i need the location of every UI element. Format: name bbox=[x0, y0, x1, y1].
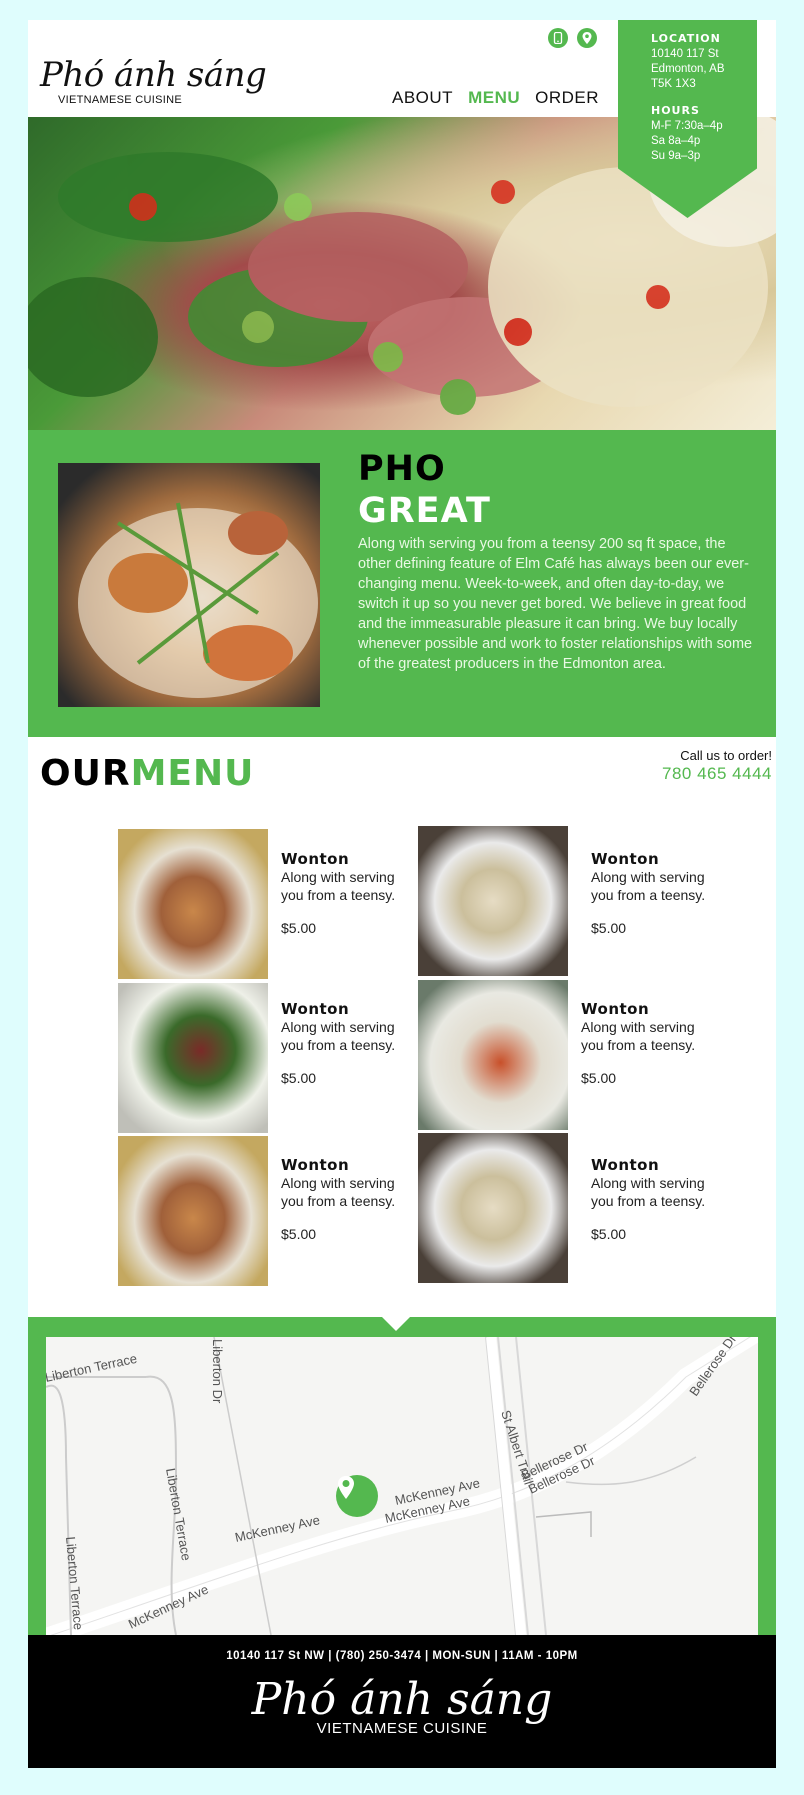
intro-section: PHO GREAT Along with serving you from a … bbox=[28, 430, 776, 737]
menu-item-name: Wonton bbox=[591, 850, 660, 868]
menu-item-photo bbox=[418, 1133, 568, 1283]
header-icons bbox=[548, 28, 597, 48]
menu-item-photo bbox=[118, 829, 268, 979]
footer-brand-tagline: VIETNAMESE CUISINE bbox=[316, 1720, 488, 1737]
menu-item-photo bbox=[118, 983, 268, 1133]
menu-item-info: Wonton Along with serving you from a tee… bbox=[281, 1156, 411, 1242]
menu-item-desc: Along with serving you from a teensy. bbox=[281, 1175, 396, 1209]
footer-contact-line: 10140 117 St NW | (780) 250-3474 | MON-S… bbox=[226, 1650, 578, 1662]
menu-item-desc: Along with serving you from a teensy. bbox=[581, 1019, 696, 1053]
hours-heading: HOURS bbox=[651, 104, 700, 117]
menu-item-price: $5.00 bbox=[581, 1070, 617, 1086]
nav-menu[interactable]: MENU bbox=[468, 88, 520, 108]
menu-item-photo bbox=[418, 826, 568, 976]
menu-item-desc: Along with serving you from a teensy. bbox=[281, 869, 396, 903]
call-to-order: Call us to order! 780 465 4444 bbox=[662, 748, 772, 784]
menu-item-name: Wonton bbox=[581, 1000, 650, 1018]
location-map[interactable]: Liberton Terrace Liberton Dr Liberton Te… bbox=[46, 1337, 758, 1635]
address-line: 10140 117 St bbox=[651, 48, 719, 60]
footer-logo[interactable]: Phó ánh sáng VIETNAMESE CUISINE bbox=[28, 1674, 776, 1738]
map-label: Liberton Terrace bbox=[63, 1536, 86, 1631]
menu-item-name: Wonton bbox=[281, 1000, 350, 1018]
crab-dish-photo bbox=[58, 463, 320, 707]
menu-item-photo bbox=[118, 1136, 268, 1286]
map-label: Liberton Terrace bbox=[46, 1351, 138, 1385]
map-label: Liberton Terrace bbox=[163, 1467, 194, 1562]
menu-heading: OURMENU bbox=[40, 753, 254, 794]
page: Phó ánh sáng VIETNAMESE CUISINE ABOUT ME… bbox=[28, 20, 776, 1768]
brand-name: Phó ánh sáng bbox=[40, 55, 267, 95]
location-heading: LOCATION bbox=[651, 32, 721, 45]
menu-heading-our: OUR bbox=[40, 753, 131, 794]
menu-item-info: Wonton Along with serving you from a tee… bbox=[581, 1000, 711, 1086]
menu-item-price: $5.00 bbox=[281, 1226, 317, 1242]
menu-heading-menu: MENU bbox=[130, 753, 255, 794]
brand-logo[interactable]: Phó ánh sáng VIETNAMESE CUISINE bbox=[40, 55, 267, 106]
brand-tagline: VIETNAMESE CUISINE bbox=[58, 94, 182, 106]
main-nav: ABOUT MENU ORDER bbox=[392, 88, 599, 108]
location-pin-icon[interactable] bbox=[577, 28, 597, 48]
menu-item-info: Wonton Along with serving you from a tee… bbox=[281, 1000, 411, 1086]
footer: 10140 117 St NW | (780) 250-3474 | MON-S… bbox=[28, 1635, 776, 1768]
intro-heading-line2: GREAT bbox=[358, 491, 491, 531]
menu-item-info: Wonton Along with serving you from a tee… bbox=[591, 850, 721, 936]
menu-item-name: Wonton bbox=[281, 1156, 350, 1174]
intro-heading-line1: PHO bbox=[358, 449, 446, 489]
menu-item-desc: Along with serving you from a teensy. bbox=[281, 1019, 396, 1053]
menu-item-price: $5.00 bbox=[591, 1226, 627, 1242]
nav-order[interactable]: ORDER bbox=[535, 88, 599, 108]
hours-line: Sa 8a–4p bbox=[651, 135, 701, 147]
menu-item-info: Wonton Along with serving you from a tee… bbox=[591, 1156, 721, 1242]
menu-item-price: $5.00 bbox=[281, 920, 317, 936]
map-pin-icon[interactable] bbox=[336, 1475, 378, 1517]
menu-item-info: Wonton Along with serving you from a tee… bbox=[281, 850, 411, 936]
intro-paragraph: Along with serving you from a teensy 200… bbox=[358, 536, 753, 672]
menu-item-name: Wonton bbox=[591, 1156, 660, 1174]
phone-icon[interactable] bbox=[548, 28, 568, 48]
hours-line: Su 9a–3p bbox=[651, 150, 701, 162]
menu-item-price: $5.00 bbox=[591, 920, 627, 936]
section-notch bbox=[382, 1317, 410, 1331]
nav-about[interactable]: ABOUT bbox=[392, 88, 453, 108]
address-line: Edmonton, AB bbox=[651, 63, 725, 75]
map-label: Liberton Dr bbox=[210, 1339, 225, 1404]
address-line: T5K 1X3 bbox=[651, 78, 696, 90]
intro-heading: PHO GREAT bbox=[358, 448, 491, 532]
menu-item-name: Wonton bbox=[281, 850, 350, 868]
menu-item-desc: Along with serving you from a teensy. bbox=[591, 869, 706, 903]
call-label: Call us to order! bbox=[680, 748, 772, 763]
menu-item-photo bbox=[418, 980, 568, 1130]
menu-item-desc: Along with serving you from a teensy. bbox=[591, 1175, 706, 1209]
call-phone-number[interactable]: 780 465 4444 bbox=[662, 764, 772, 784]
menu-item-price: $5.00 bbox=[281, 1070, 317, 1086]
hours-line: M-F 7:30a–4p bbox=[651, 120, 723, 132]
footer-brand-name: Phó ánh sáng bbox=[251, 1674, 553, 1725]
